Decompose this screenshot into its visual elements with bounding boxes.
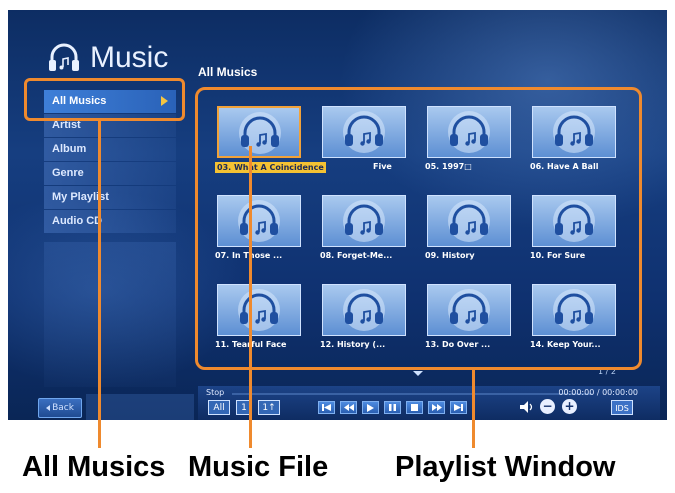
app-title: Music bbox=[90, 41, 169, 74]
speaker-icon bbox=[520, 401, 534, 416]
stop-icon bbox=[411, 404, 418, 411]
player-controls: Stop 00:00:00 / 00:00:00 All 1 1↑ − + ID… bbox=[198, 386, 660, 420]
all-musics-callout bbox=[24, 78, 185, 121]
sidebar-item-genre[interactable]: Genre bbox=[44, 162, 176, 185]
fast-forward-button[interactable] bbox=[428, 401, 445, 414]
caption-all-musics: All Musics bbox=[22, 451, 166, 483]
headphones-icon bbox=[49, 43, 79, 71]
caption-music-file: Music File bbox=[188, 451, 329, 483]
app-header: Music bbox=[46, 40, 168, 76]
pause-icon bbox=[389, 404, 396, 411]
sidebar-item-label: Genre bbox=[52, 167, 84, 179]
playback-status: Stop bbox=[206, 388, 225, 397]
sidebar-item-label: Album bbox=[52, 143, 87, 155]
skip-forward-icon bbox=[454, 404, 463, 411]
playlist-window-callout bbox=[195, 87, 642, 370]
section-title: All Musics bbox=[198, 65, 258, 79]
next-track-button[interactable] bbox=[450, 401, 467, 414]
ids-button[interactable]: IDS bbox=[611, 400, 633, 415]
stop-button[interactable] bbox=[406, 401, 423, 414]
sidebar-item-audio-cd[interactable]: Audio CD bbox=[44, 210, 176, 233]
back-arrow-icon bbox=[46, 404, 51, 411]
scroll-down-icon[interactable] bbox=[413, 371, 423, 376]
time-readout: 00:00:00 / 00:00:00 bbox=[558, 388, 638, 397]
playlist-window-leader-line bbox=[472, 370, 475, 448]
sidebar-item-label: Audio CD bbox=[52, 215, 103, 227]
music-file-leader-line bbox=[249, 146, 252, 448]
status-strip bbox=[86, 394, 194, 420]
skip-back-icon bbox=[322, 404, 331, 411]
pause-button[interactable] bbox=[384, 401, 401, 414]
play-icon bbox=[367, 403, 374, 412]
previous-track-button[interactable] bbox=[318, 401, 335, 414]
play-button[interactable] bbox=[362, 401, 379, 414]
shuffle-button[interactable]: 1↑ bbox=[258, 400, 280, 415]
rewind-icon bbox=[343, 404, 354, 411]
back-label: Back bbox=[52, 403, 74, 413]
caption-playlist-window: Playlist Window bbox=[395, 451, 616, 483]
volume-down-button[interactable]: − bbox=[540, 399, 555, 414]
sidebar-item-my-playlist[interactable]: My Playlist bbox=[44, 186, 176, 209]
rewind-button[interactable] bbox=[340, 401, 357, 414]
fast-forward-icon bbox=[431, 404, 442, 411]
sidebar-panel-background bbox=[44, 242, 176, 387]
sidebar-item-album[interactable]: Album bbox=[44, 138, 176, 161]
repeat-all-button[interactable]: All bbox=[208, 400, 230, 415]
volume-up-button[interactable]: + bbox=[562, 399, 577, 414]
back-button[interactable]: Back bbox=[38, 398, 82, 418]
progress-bar[interactable] bbox=[232, 393, 592, 395]
all-musics-leader-line bbox=[98, 121, 101, 448]
